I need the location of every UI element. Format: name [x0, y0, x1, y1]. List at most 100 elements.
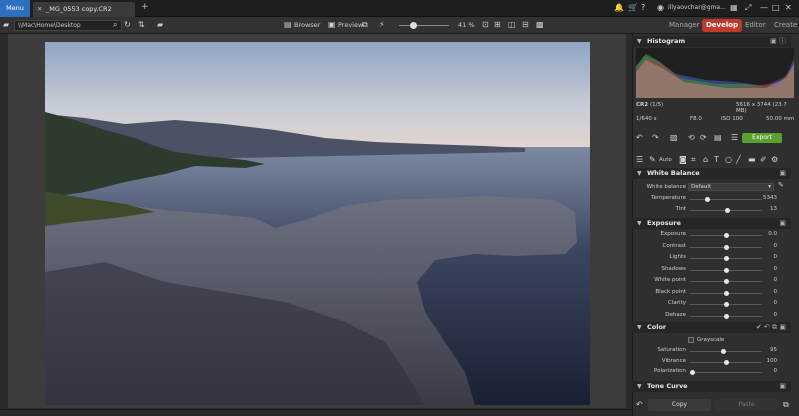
- dehaze-slider-knob[interactable]: [723, 313, 729, 319]
- reset-icon[interactable]: ▣: [779, 218, 786, 229]
- histogram-settings-icon[interactable]: ▣ ⓘ: [770, 36, 786, 47]
- user-account[interactable]: illyaovchar@gma...: [668, 4, 726, 11]
- vibrance-slider-knob[interactable]: [723, 359, 729, 365]
- shadows-value[interactable]: 0: [755, 266, 778, 272]
- mode-manager[interactable]: Manager: [665, 19, 704, 32]
- zoom-slider-knob[interactable]: [410, 22, 417, 29]
- mode-editor[interactable]: Editor: [741, 19, 770, 32]
- refresh-icon[interactable]: ↻: [124, 20, 131, 30]
- collapse-icon[interactable]: ▼: [637, 381, 642, 392]
- bell-icon[interactable]: 🔔: [614, 3, 624, 13]
- back-icon[interactable]: ↶: [636, 400, 643, 409]
- collapse-icon[interactable]: ▼: [637, 322, 642, 333]
- clarity-value[interactable]: 0: [755, 300, 778, 306]
- saturation-value[interactable]: 95: [755, 347, 777, 353]
- color-header[interactable]: ▼ Color ✔ ↶ ⧉ ▣: [632, 322, 791, 333]
- fit-icon[interactable]: ⊡: [482, 20, 489, 30]
- exposure-header[interactable]: ▼ Exposure ▣: [632, 218, 791, 229]
- eyedropper-icon[interactable]: ✎: [778, 181, 784, 189]
- browser-button[interactable]: Browser: [294, 21, 320, 29]
- flash-icon[interactable]: ⚡: [379, 20, 385, 30]
- contrast-slider-knob[interactable]: [723, 244, 729, 250]
- menu-button[interactable]: Menu: [0, 0, 30, 17]
- new-tab-button[interactable]: +: [141, 2, 149, 12]
- reset-icon[interactable]: ▣: [779, 381, 786, 392]
- view-icon[interactable]: ▩: [536, 20, 544, 30]
- document-tab[interactable]: ✕ _MG_0553 copy.CR2: [33, 2, 135, 17]
- auto-button[interactable]: Auto: [659, 157, 672, 163]
- black-point-value[interactable]: 0: [755, 289, 778, 295]
- brush-icon[interactable]: ✐: [760, 155, 767, 164]
- collapse-icon[interactable]: ▼: [637, 218, 642, 229]
- cart-icon[interactable]: 🛒: [628, 3, 638, 13]
- search-icon[interactable]: ⌕: [113, 20, 117, 30]
- image-icon[interactable]: ▨: [670, 133, 678, 142]
- user-icon[interactable]: ◉: [657, 3, 664, 13]
- tint-value[interactable]: 13: [755, 206, 777, 212]
- white-balance-header[interactable]: ▼ White Balance ▣: [632, 168, 791, 179]
- path-field[interactable]: \\Mac\Home\Desktop: [14, 20, 122, 31]
- temperature-slider[interactable]: [690, 199, 762, 200]
- auto-icon[interactable]: ✎: [649, 155, 656, 164]
- white-point-value[interactable]: 0: [755, 277, 778, 283]
- line-icon[interactable]: ╱: [736, 155, 741, 164]
- mode-create[interactable]: Create: [770, 19, 799, 32]
- lights-slider-knob[interactable]: [723, 256, 729, 261]
- rotate-right-icon[interactable]: ⟳: [700, 133, 707, 142]
- layout-icon[interactable]: ▦: [730, 3, 738, 13]
- new-folder-icon[interactable]: ▰: [157, 20, 163, 30]
- contrast-value[interactable]: 0: [755, 243, 778, 249]
- help-icon[interactable]: ?: [641, 3, 645, 13]
- image-viewer[interactable]: [8, 34, 626, 408]
- sort-icon[interactable]: ⇅: [138, 20, 145, 30]
- dehaze-value[interactable]: 0: [755, 312, 778, 318]
- folder-icon[interactable]: ▰: [3, 20, 9, 30]
- shadows-slider-knob[interactable]: [723, 267, 729, 273]
- collapse-icon[interactable]: ▼: [637, 168, 642, 179]
- rotate-icon[interactable]: ⟲: [688, 133, 695, 142]
- eraser-icon[interactable]: ▬: [748, 155, 756, 164]
- export-button[interactable]: Export: [742, 133, 782, 143]
- crop-icon[interactable]: ⌗: [691, 155, 696, 165]
- lights-value[interactable]: 0: [755, 254, 778, 260]
- compare-icon[interactable]: ◫: [508, 20, 516, 30]
- close-icon[interactable]: ✕: [785, 3, 792, 13]
- fullscreen-icon[interactable]: ⤢: [745, 3, 751, 13]
- color-tools-icon[interactable]: ✔ ↶ ⧉ ▣: [756, 322, 786, 333]
- minimize-icon[interactable]: —: [760, 3, 768, 13]
- vibrance-value[interactable]: 100: [755, 358, 778, 364]
- text-icon[interactable]: T: [714, 155, 719, 164]
- paste-button[interactable]: Paste: [715, 399, 778, 411]
- paste-settings-icon[interactable]: ⧉: [783, 400, 789, 410]
- tone-curve-header[interactable]: ▼ Tone Curve ▣: [632, 381, 791, 392]
- redo-icon[interactable]: ↷: [652, 133, 659, 142]
- actual-size-icon[interactable]: ⊞: [494, 20, 501, 30]
- polarization-value[interactable]: 0: [755, 368, 778, 374]
- collapse-icon[interactable]: ▼: [637, 36, 642, 47]
- preview-button[interactable]: Preview: [338, 21, 363, 29]
- transform-icon[interactable]: ⌂: [703, 155, 708, 164]
- grayscale-checkbox[interactable]: [688, 337, 694, 343]
- white-point-slider-knob[interactable]: [723, 279, 729, 284]
- white-balance-select[interactable]: Default ▾: [688, 183, 774, 191]
- exposure-slider-knob[interactable]: [723, 233, 729, 238]
- menu-icon[interactable]: ☰: [636, 155, 643, 164]
- zoom-slider[interactable]: [399, 25, 449, 26]
- maximize-icon[interactable]: □: [772, 3, 780, 13]
- histogram-header[interactable]: ▼ Histogram ▣ ⓘ: [632, 36, 791, 47]
- temperature-slider-knob[interactable]: [704, 197, 710, 202]
- external-window-icon[interactable]: ⧉: [362, 20, 368, 30]
- exposure-value[interactable]: 0.0: [755, 231, 777, 237]
- list-icon[interactable]: ☰: [731, 133, 738, 142]
- grid-icon[interactable]: ⊟: [522, 20, 529, 30]
- reset-icon[interactable]: ▣: [779, 168, 786, 179]
- close-tab-icon[interactable]: ✕: [37, 2, 42, 17]
- black-point-slider-knob[interactable]: [723, 290, 729, 296]
- settings-icon[interactable]: ⚙: [771, 155, 778, 164]
- circle-icon[interactable]: ○: [725, 155, 732, 164]
- undo-icon[interactable]: ↶: [636, 133, 643, 142]
- camera-icon[interactable]: ◙: [679, 155, 687, 164]
- clarity-slider-knob[interactable]: [723, 302, 729, 307]
- mode-develop[interactable]: Develop: [702, 19, 743, 32]
- save-icon[interactable]: ▤: [714, 133, 722, 142]
